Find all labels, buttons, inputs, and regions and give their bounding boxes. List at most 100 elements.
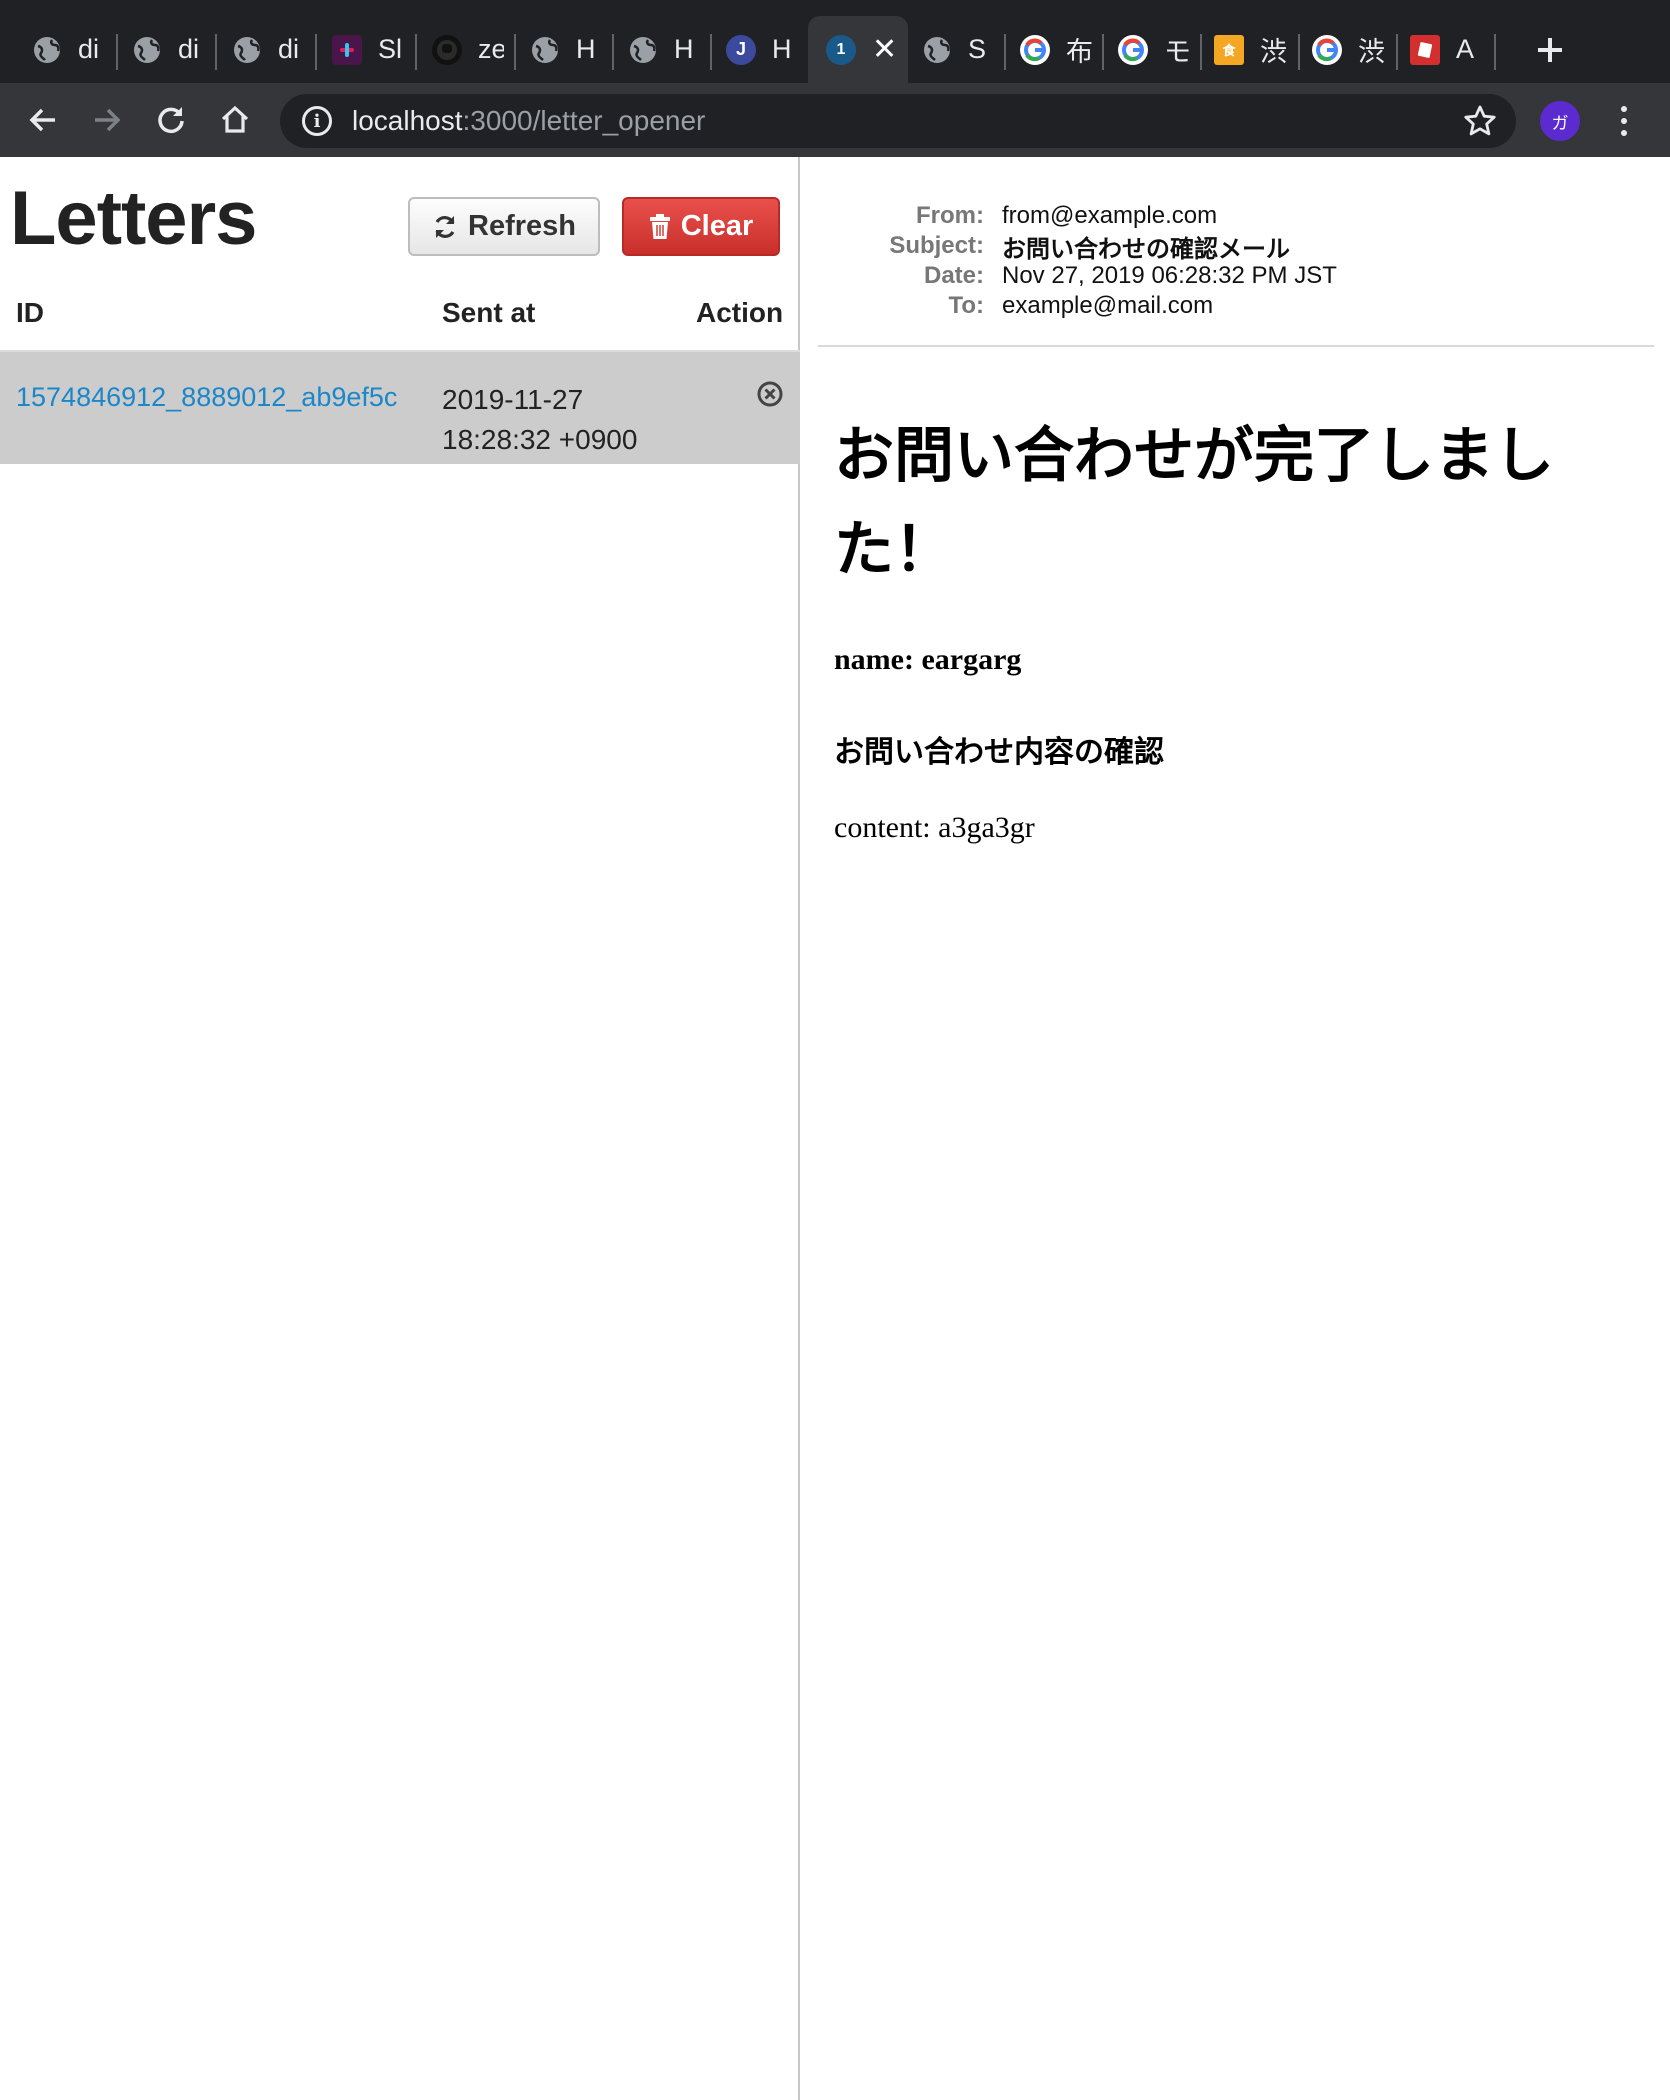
browser-tab[interactable]: J H (726, 16, 798, 83)
browser-tab[interactable]: ze (432, 16, 504, 83)
clear-button[interactable]: Clear (622, 197, 780, 256)
reload-button[interactable] (148, 97, 194, 143)
browser-tab[interactable]: 布 (1020, 16, 1096, 83)
message-headers: From: from@example.com Subject: お問い合わせの確… (802, 201, 1670, 321)
slack-icon (332, 34, 362, 65)
home-button[interactable] (212, 97, 258, 143)
browser-tab[interactable]: S (922, 16, 994, 83)
letter-sent-time: 18:28:32 +0900 (442, 424, 638, 455)
message-heading: お問い合わせが完了しまし た！ (834, 409, 1634, 597)
tab-separator (612, 34, 614, 70)
address-bar[interactable]: i localhost:3000/letter_opener (280, 94, 1516, 148)
browser-toolbar: i localhost:3000/letter_opener ガ (0, 83, 1670, 157)
tab-separator (1298, 34, 1300, 70)
google-icon (1118, 34, 1148, 65)
tab-separator (1102, 34, 1104, 70)
header-to-row: To: example@mail.com (802, 291, 1670, 321)
message-name-line: name: eargarg (834, 643, 1022, 676)
forward-button[interactable] (84, 97, 130, 143)
tab-title: モ (1164, 37, 1191, 67)
tab-separator (215, 34, 217, 70)
refresh-button[interactable]: Refresh (408, 197, 600, 256)
tab-title: 渋 (1358, 37, 1385, 67)
tabelog-icon: 食 (1214, 34, 1244, 65)
globe-icon (530, 35, 560, 65)
red-app-icon (1410, 34, 1440, 65)
back-button[interactable] (20, 97, 66, 143)
message-heading-line-2: た！ (834, 515, 954, 585)
arrow-right-icon (95, 108, 121, 132)
github-icon (432, 34, 462, 65)
google-icon (1020, 34, 1050, 65)
tab-title: H (772, 34, 792, 64)
tab-title: di (178, 34, 200, 64)
letters-list-pane: Letters Refresh Clear ID Sent at Action … (0, 157, 800, 2100)
page-title: Letters (10, 176, 257, 261)
url-host: localhost (352, 105, 463, 136)
message-subheading: お問い合わせ内容の確認 (834, 736, 1164, 769)
new-tab-button[interactable] (1524, 24, 1576, 76)
globe-icon (922, 35, 952, 65)
delete-letter-icon[interactable] (756, 380, 784, 408)
browser-menu-icon[interactable] (1606, 99, 1642, 143)
header-date-row: Date: Nov 27, 2019 06:28:32 PM JST (802, 261, 1670, 291)
tab-title: 渋 (1260, 37, 1287, 67)
message-content-line: content: a3ga3gr (834, 811, 1035, 844)
refresh-button-label: Refresh (468, 210, 576, 242)
header-to-label: To: (948, 292, 984, 319)
tab-separator (710, 34, 712, 70)
arrow-left-icon (29, 108, 55, 132)
header-subject-label: Subject: (889, 232, 984, 259)
browser-tab[interactable]: Sl (332, 16, 404, 83)
browser-tab-active[interactable]: 1 ✕ (808, 16, 908, 83)
bookmark-star-icon[interactable] (1462, 103, 1498, 144)
message-heading-line-1: お問い合わせが完了しまし (834, 421, 1554, 491)
globe-icon (232, 35, 262, 65)
tab-separator (1494, 34, 1496, 70)
tab-title: Sl (378, 34, 403, 64)
tab-title: S (968, 34, 987, 64)
tab-separator (415, 34, 417, 70)
table-row[interactable]: 1574846912_8889012_ab9ef5c 2019-11-27 18… (0, 352, 800, 464)
tab-title: 布 (1066, 37, 1093, 67)
reload-icon (158, 107, 184, 134)
headers-divider (818, 345, 1654, 347)
browser-tab[interactable]: モ (1118, 16, 1194, 83)
letter-id-link[interactable]: 1574846912_8889012_ab9ef5c (16, 382, 397, 413)
letter-sent-date: 2019-11-27 (442, 384, 584, 415)
tab-separator (315, 34, 317, 70)
profile-avatar[interactable]: ガ (1540, 101, 1580, 141)
letter-sent-at: 2019-11-27 18:28:32 +0900 (442, 380, 637, 460)
tab-title: H (576, 34, 596, 64)
browser-tab-strip: di di di Sl ze H H J H 1 ✕ S 布 モ 食 渋 渋 A (0, 0, 1670, 83)
url-path: :3000/letter_opener (462, 105, 706, 136)
globe-icon (32, 35, 62, 65)
globe-icon (628, 35, 658, 65)
globe-icon (132, 35, 162, 65)
browser-tab[interactable]: di (232, 16, 304, 83)
browser-tab[interactable]: 渋 (1312, 16, 1388, 83)
browser-tab[interactable]: 食 渋 (1214, 16, 1290, 83)
header-to-value: example@mail.com (1002, 292, 1214, 319)
refresh-icon (435, 215, 455, 238)
google-icon (1312, 34, 1342, 65)
header-subject-row: Subject: お問い合わせの確認メール (802, 231, 1670, 263)
plus-icon (1538, 38, 1562, 62)
trash-icon (649, 213, 670, 239)
browser-tab[interactable]: H (530, 16, 602, 83)
browser-tab[interactable]: A (1410, 16, 1486, 83)
info-icon[interactable]: i (302, 106, 332, 136)
header-date-label: Date: (923, 262, 984, 289)
close-icon[interactable]: ✕ (872, 32, 897, 67)
browser-tab[interactable]: di (32, 16, 104, 83)
browser-tab[interactable]: di (132, 16, 204, 83)
tab-separator (116, 34, 118, 70)
header-from-row: From: from@example.com (802, 201, 1670, 231)
browser-tab[interactable]: H (628, 16, 700, 83)
tab-title: H (674, 34, 694, 64)
home-icon (221, 105, 249, 133)
header-date-value: Nov 27, 2019 06:28:32 PM JST (1002, 262, 1337, 289)
tab-title: di (278, 34, 300, 64)
column-header-id: ID (16, 297, 44, 328)
url-text[interactable]: localhost:3000/letter_opener (352, 105, 705, 137)
